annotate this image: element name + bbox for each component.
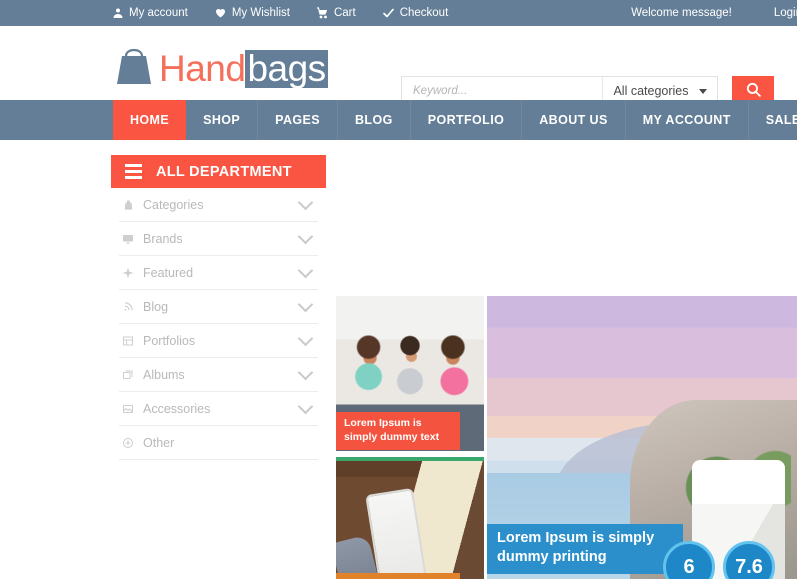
sidebar-item-featured[interactable]: Featured <box>119 256 318 290</box>
nav-item-portfolio[interactable]: PORTFOLIO <box>411 100 523 140</box>
hamburger-icon <box>125 164 142 179</box>
topbar-link-label: My account <box>129 7 188 19</box>
site-logo[interactable]: Hand bags <box>113 38 328 88</box>
topbar-link-label: Cart <box>333 7 356 19</box>
topbar-links: My account My Wishlist Cart Checkout <box>112 7 448 19</box>
chevron-down-icon <box>297 296 314 313</box>
logo-text-primary: Hand <box>159 48 246 89</box>
sidebar-item-brands[interactable]: Brands <box>119 222 318 256</box>
sidebar-item-label: Brands <box>143 231 183 246</box>
nav-item-home[interactable]: HOME <box>113 100 187 140</box>
user-icon <box>112 7 124 19</box>
nav-item-shop[interactable]: SHOP <box>186 100 259 140</box>
welcome-message: Welcome message! <box>631 7 732 19</box>
topbar-account-area: Welcome message! Login <box>631 7 797 19</box>
rating-badges: 6 Fair 7.6 User Avg <box>663 541 777 579</box>
sidebar-item-accessories[interactable]: Accessories <box>119 392 318 426</box>
nav-item-pages[interactable]: PAGES <box>258 100 338 140</box>
sidebar-item-other[interactable]: Other <box>119 426 318 460</box>
cart-icon <box>316 7 329 19</box>
sidebar-item-label: Other <box>143 435 175 450</box>
category-select-label: All categories <box>613 84 689 98</box>
slider-caption-santorini: Lorem Ipsum is simply dummy printing <box>487 524 683 574</box>
slider-tile-santorini[interactable]: Lorem Ipsum is simply dummy printing 6 F… <box>487 296 797 579</box>
slider-tile-friends[interactable]: Lorem Ipsum is simply dummy text <box>336 296 484 451</box>
sidebar-item-portfolios[interactable]: Portfolios <box>119 324 318 358</box>
sparkle-icon <box>119 267 137 279</box>
monitor-icon <box>119 233 137 245</box>
nav-item-sale[interactable]: SALE <box>749 100 797 140</box>
main-navigation: HOME SHOP PAGES BLOG PORTFOLIO ABOUT US … <box>0 100 797 140</box>
chevron-down-icon <box>297 330 314 347</box>
topbar-link-label: My Wishlist <box>231 7 290 19</box>
all-department-label: ALL DEPARTMENT <box>156 163 292 180</box>
sidebar-item-label: Portfolios <box>143 333 196 348</box>
sidebar-item-label: Albums <box>143 367 185 382</box>
chevron-down-icon <box>297 228 314 245</box>
login-link[interactable]: Login <box>774 7 797 19</box>
heart-icon <box>214 7 227 19</box>
top-utility-bar: My account My Wishlist Cart Checkout Wel… <box>0 0 797 26</box>
chevron-down-icon <box>297 364 314 381</box>
search-icon <box>745 81 762 101</box>
chevron-down-icon <box>297 398 314 415</box>
rating-badge-user-avg[interactable]: 7.6 User Avg <box>723 541 777 579</box>
page-content: ALL DEPARTMENT Categories Brands Feature… <box>0 140 797 579</box>
topbar-link-my-wishlist[interactable]: My Wishlist <box>214 7 290 19</box>
logo-wordmark: Hand bags <box>159 50 328 88</box>
logo-text-secondary: bags <box>245 48 328 89</box>
green-accent-bar <box>336 457 484 461</box>
desk-phone-photo <box>336 457 484 579</box>
sidebar-item-blog[interactable]: Blog <box>119 290 318 324</box>
all-department-header[interactable]: ALL DEPARTMENT <box>111 155 326 188</box>
department-list: Categories Brands Featured Blog Portfoli… <box>111 188 326 460</box>
chevron-down-icon <box>297 194 314 211</box>
rating-value: 7.6 <box>723 541 775 579</box>
topbar-link-my-account[interactable]: My account <box>112 7 188 19</box>
department-sidebar: ALL DEPARTMENT Categories Brands Feature… <box>111 155 326 460</box>
sidebar-item-label: Accessories <box>143 401 211 416</box>
rating-badge-fair[interactable]: 6 Fair <box>663 541 717 579</box>
topbar-link-label: Checkout <box>399 7 449 19</box>
albums-icon <box>119 369 137 381</box>
chevron-down-icon <box>698 88 707 94</box>
plus-circle-icon <box>119 437 137 449</box>
sidebar-item-label: Blog <box>143 299 169 314</box>
image-icon <box>119 403 137 415</box>
sidebar-item-label: Categories <box>143 197 204 212</box>
rss-icon <box>119 301 137 312</box>
sidebar-item-albums[interactable]: Albums <box>119 358 318 392</box>
slider-tile-desk[interactable]: Lorem Ipsum is simply dummy text <box>336 457 484 579</box>
check-icon <box>382 7 395 19</box>
nav-item-blog[interactable]: BLOG <box>338 100 411 140</box>
topbar-link-checkout[interactable]: Checkout <box>382 7 449 19</box>
topbar-link-cart[interactable]: Cart <box>316 7 356 19</box>
nav-item-about-us[interactable]: ABOUT US <box>522 100 626 140</box>
site-header: Handbags All categories <box>0 26 797 106</box>
grid-icon <box>119 335 137 347</box>
sidebar-item-label: Featured <box>143 265 194 280</box>
nav-item-my-account[interactable]: MY ACCOUNT <box>626 100 749 140</box>
bag-icon <box>119 199 137 211</box>
slider-caption-friends: Lorem Ipsum is simply dummy text <box>336 412 460 451</box>
chevron-down-icon <box>297 262 314 279</box>
slider-caption-desk: Lorem Ipsum is simply dummy text <box>336 573 460 579</box>
sidebar-item-categories[interactable]: Categories <box>119 188 318 222</box>
rating-value: 6 <box>663 541 715 579</box>
hero-slider[interactable]: Lorem Ipsum is simply dummy text Lorem I… <box>336 296 797 579</box>
handbag-icon <box>113 42 155 88</box>
